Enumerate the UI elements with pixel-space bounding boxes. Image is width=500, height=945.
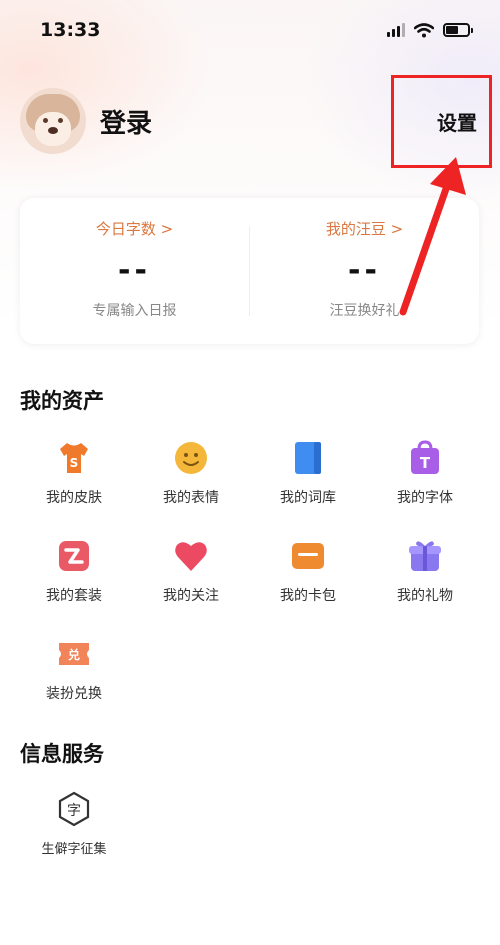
stat-value: -- bbox=[348, 253, 381, 288]
stat-subtitle: 汪豆换好礼 bbox=[329, 303, 400, 319]
exchange-ticket-icon: 兑 bbox=[59, 643, 89, 665]
wifi-icon bbox=[414, 22, 434, 37]
heart-icon bbox=[175, 542, 207, 571]
asset-item-label: 我的词库 bbox=[280, 490, 336, 506]
stat-word-count[interactable]: 今日字数 > -- 专属输入日报 bbox=[20, 198, 249, 344]
stat-value: -- bbox=[118, 253, 151, 288]
asset-item-suit[interactable]: 我的套装 bbox=[24, 538, 124, 605]
asset-item-label: 我的关注 bbox=[163, 588, 219, 604]
font-bag-icon: T bbox=[411, 440, 439, 474]
asset-item-label: 我的表情 bbox=[163, 490, 219, 506]
smiley-icon bbox=[175, 442, 207, 474]
status-bar: 13:33 bbox=[0, 0, 500, 60]
asset-item-follow[interactable]: 我的关注 bbox=[141, 538, 241, 605]
status-icons bbox=[387, 22, 473, 38]
svg-text:S: S bbox=[70, 456, 79, 470]
asset-item-label: 我的字体 bbox=[397, 490, 453, 506]
asset-item-font[interactable]: T 我的字体 bbox=[375, 440, 475, 507]
card-wallet-icon bbox=[292, 543, 324, 569]
section-title-assets: 我的资产 bbox=[20, 389, 104, 413]
tshirt-icon: S bbox=[60, 443, 88, 473]
asset-item-gift[interactable]: 我的礼物 bbox=[375, 538, 475, 605]
svg-text:T: T bbox=[420, 454, 431, 472]
stat-title[interactable]: 我的汪豆 > bbox=[326, 218, 403, 239]
asset-item-label: 我的皮肤 bbox=[46, 490, 102, 506]
asset-item-label: 我的卡包 bbox=[280, 588, 336, 604]
asset-item-emoji[interactable]: 我的表情 bbox=[141, 440, 241, 507]
asset-item-label: 我的套装 bbox=[46, 588, 102, 604]
user-header[interactable]: 登录 bbox=[20, 88, 152, 154]
asset-item-label: 我的礼物 bbox=[397, 588, 453, 604]
section-title-services: 信息服务 bbox=[20, 742, 104, 766]
asset-item-card-wallet[interactable]: 我的卡包 bbox=[258, 538, 358, 605]
stat-title[interactable]: 今日字数 > bbox=[96, 218, 173, 239]
battery-icon bbox=[443, 23, 473, 37]
svg-text:字: 字 bbox=[67, 803, 81, 819]
book-icon bbox=[295, 442, 321, 474]
login-link[interactable]: 登录 bbox=[100, 103, 152, 140]
avatar[interactable] bbox=[20, 88, 86, 154]
settings-button[interactable]: 设置 bbox=[391, 75, 492, 168]
service-item-label: 生僻字征集 bbox=[41, 842, 107, 857]
status-time: 13:33 bbox=[40, 19, 101, 41]
asset-item-skin[interactable]: S 我的皮肤 bbox=[24, 440, 124, 507]
service-item-rare-char[interactable]: 字 生僻字征集 bbox=[24, 791, 124, 857]
suit-icon bbox=[59, 541, 89, 571]
rare-char-icon: 字 bbox=[58, 791, 90, 827]
signal-icon bbox=[387, 23, 405, 37]
asset-item-lexicon[interactable]: 我的词库 bbox=[258, 440, 358, 507]
stat-wang-beans[interactable]: 我的汪豆 > -- 汪豆换好礼 bbox=[250, 198, 479, 344]
asset-item-label: 装扮兑换 bbox=[46, 686, 102, 702]
stats-card: 今日字数 > -- 专属输入日报 我的汪豆 > -- 汪豆换好礼 bbox=[20, 198, 479, 344]
settings-label: 设置 bbox=[437, 111, 477, 135]
gift-icon bbox=[409, 541, 441, 571]
stat-subtitle: 专属输入日报 bbox=[92, 303, 177, 319]
svg-text:兑: 兑 bbox=[68, 647, 80, 662]
asset-item-exchange[interactable]: 兑 装扮兑换 bbox=[24, 636, 124, 703]
